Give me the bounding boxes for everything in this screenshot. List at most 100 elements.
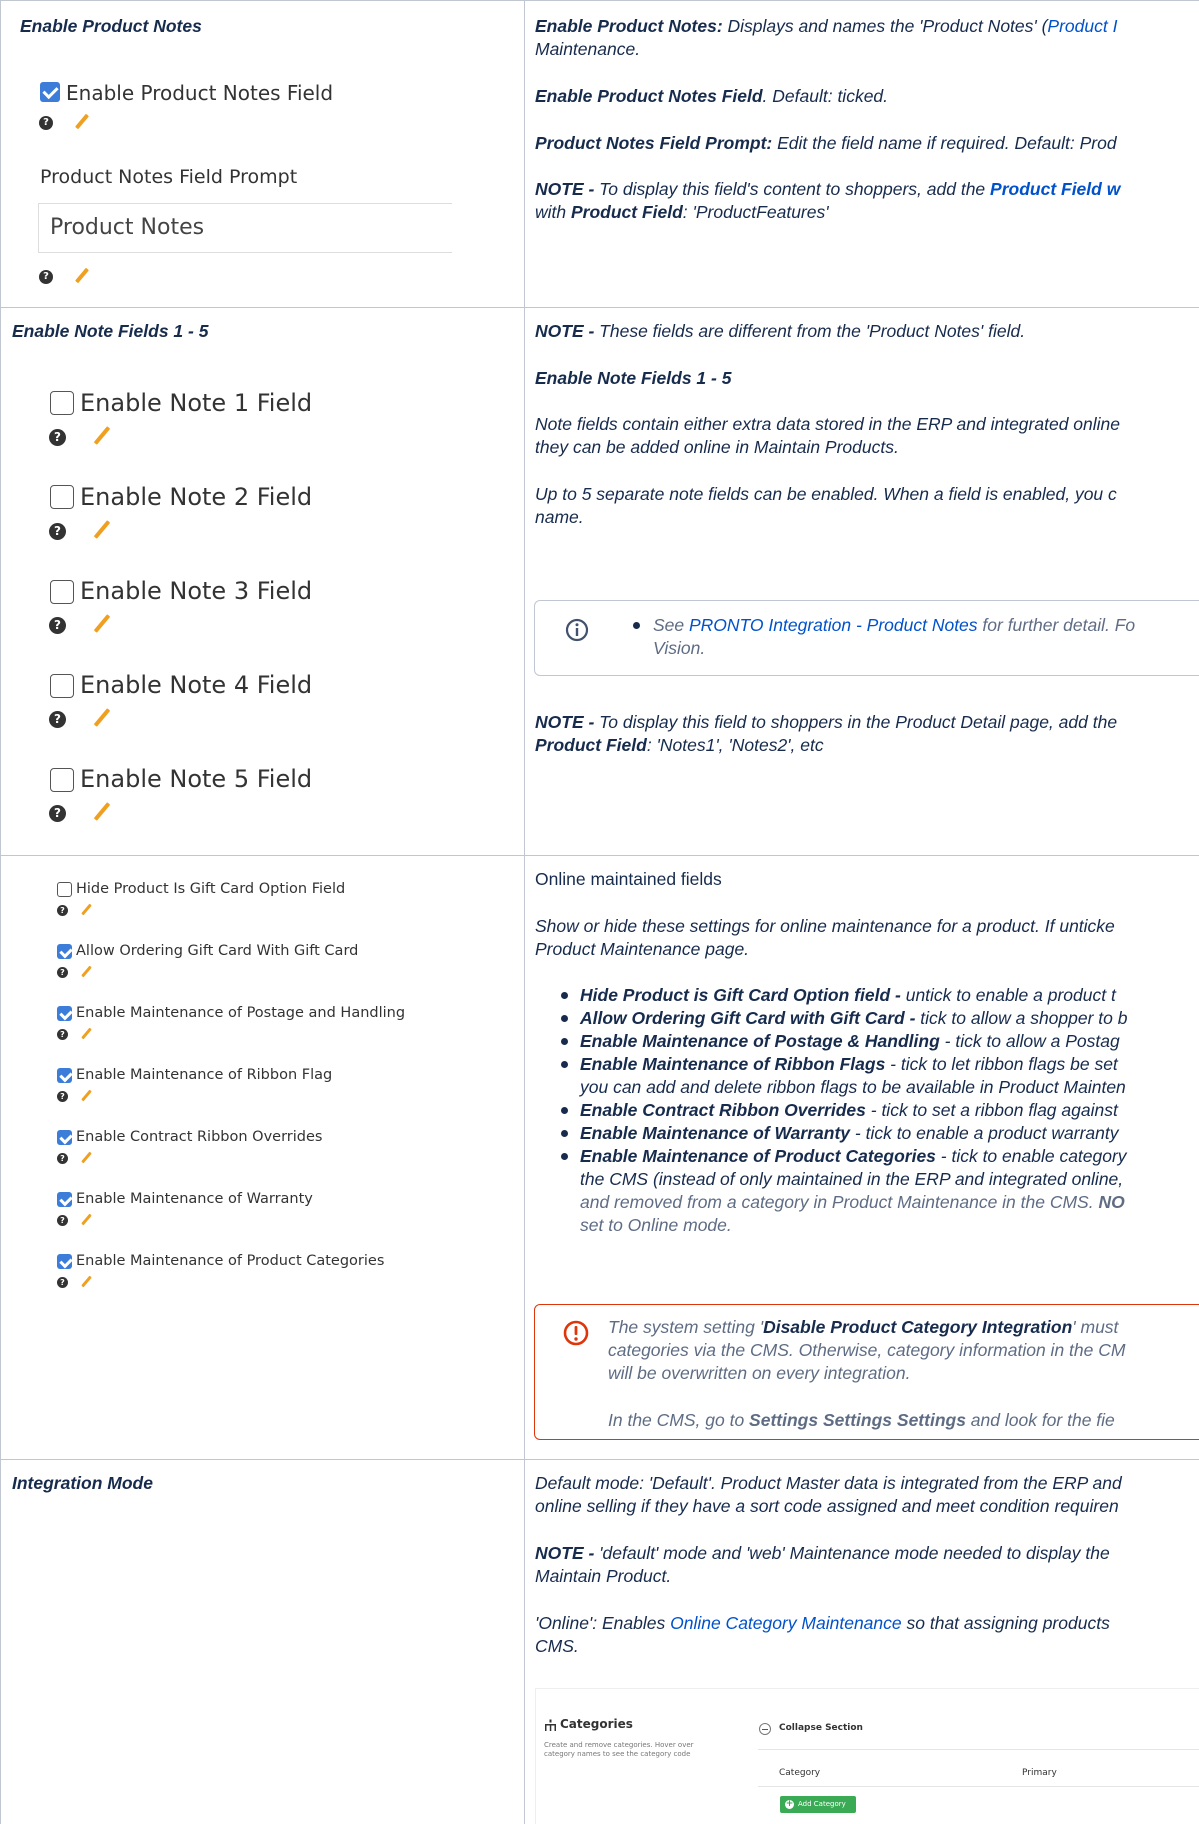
desc-line: Maintenance. xyxy=(535,39,641,59)
desc-line: Note fields contain either extra data st… xyxy=(535,414,1120,434)
list-item-cont: you can add and delete ribbon flags to b… xyxy=(580,1077,1126,1097)
checkbox-warranty[interactable] xyxy=(57,1192,72,1207)
help-icon[interactable]: ? xyxy=(49,617,66,634)
desc-line: online selling if they have a sort code … xyxy=(535,1496,1119,1516)
checkbox-label: Enable Contract Ribbon Overrides xyxy=(76,1129,323,1145)
checkbox-label: Enable Note 5 Field xyxy=(80,765,313,793)
bullet xyxy=(561,1015,568,1022)
error-panel: The system setting 'Disable Product Cate… xyxy=(534,1304,1199,1440)
checkbox-product-categories[interactable] xyxy=(57,1254,72,1269)
product-notes-prompt-input[interactable]: Product Notes xyxy=(38,203,452,253)
help-icon[interactable]: ? xyxy=(57,967,68,978)
list-item-cont: and removed from a category in Product M… xyxy=(580,1192,1125,1212)
checkbox-label: Enable Maintenance of Warranty xyxy=(76,1191,313,1207)
categories-desc: Create and remove categories. Hover over xyxy=(544,1741,694,1749)
help-icon[interactable]: ? xyxy=(57,1091,68,1102)
warning-text: In the CMS, go to Settings Settings Sett… xyxy=(608,1410,1115,1430)
help-icon[interactable]: ? xyxy=(57,1215,68,1226)
desc-line: NOTE - To display this field to shoppers… xyxy=(535,712,1118,732)
help-icon[interactable]: ? xyxy=(57,1029,68,1040)
desc-line: NOTE - 'default' mode and 'web' Maintena… xyxy=(535,1543,1110,1563)
help-icon[interactable]: ? xyxy=(57,1277,68,1288)
column-divider xyxy=(524,0,525,1824)
checkbox-label: Enable Product Notes Field xyxy=(66,81,334,105)
info-text: See PRONTO Integration - Product Notes f… xyxy=(653,615,1136,635)
help-icon[interactable]: ? xyxy=(39,116,53,130)
checkbox-label: Enable Note 4 Field xyxy=(80,671,313,699)
checkbox-label: Allow Ordering Gift Card With Gift Card xyxy=(76,943,359,959)
help-icon[interactable]: ? xyxy=(57,1153,68,1164)
desc-line: 'Online': Enables Online Category Mainte… xyxy=(535,1613,1110,1633)
info-icon xyxy=(565,618,589,642)
collapse-icon[interactable] xyxy=(759,1723,771,1735)
checkbox-note-1[interactable] xyxy=(50,391,74,415)
checkbox-postage-handling[interactable] xyxy=(57,1006,72,1021)
column-header-primary: Primary xyxy=(1022,1768,1057,1778)
bullet xyxy=(561,1107,568,1114)
desc-line: Enable Product Notes: Displays and names… xyxy=(535,16,1118,36)
bullet xyxy=(561,1153,568,1160)
help-icon[interactable]: ? xyxy=(49,711,66,728)
checkbox-note-2[interactable] xyxy=(50,485,74,509)
checkbox-ribbon-flag[interactable] xyxy=(57,1068,72,1083)
online-category-link[interactable]: Online Category Maintenance xyxy=(670,1613,902,1633)
list-item: Enable Maintenance of Product Categories… xyxy=(580,1146,1127,1166)
desc-line: Show or hide these settings for online m… xyxy=(535,916,1115,936)
desc-heading: Enable Note Fields 1 - 5 xyxy=(535,368,732,388)
product-field-link[interactable]: Product Field w xyxy=(990,179,1120,199)
embedded-screenshot: Categories Create and remove categories.… xyxy=(535,1688,1199,1824)
checkbox-allow-gift-card[interactable] xyxy=(57,944,72,959)
list-item: Allow Ordering Gift Card with Gift Card … xyxy=(580,1008,1128,1028)
list-item: Enable Contract Ribbon Overrides - tick … xyxy=(580,1100,1118,1120)
divider xyxy=(758,1786,1199,1787)
help-icon[interactable]: ? xyxy=(49,523,66,540)
row-divider xyxy=(0,307,1199,308)
checkbox-label: Enable Note 2 Field xyxy=(80,483,313,511)
checkbox-hide-gift-card[interactable] xyxy=(57,882,72,897)
list-item: Hide Product is Gift Card Option field -… xyxy=(580,985,1116,1005)
checkbox-label: Enable Note 3 Field xyxy=(80,577,313,605)
help-icon[interactable]: ? xyxy=(49,805,66,822)
warning-icon xyxy=(563,1320,589,1346)
desc-line: NOTE - These fields are different from t… xyxy=(535,321,1026,341)
info-panel: See PRONTO Integration - Product Notes f… xyxy=(534,600,1199,676)
checkbox-product-notes[interactable] xyxy=(40,82,60,102)
pronto-integration-link[interactable]: PRONTO Integration - Product Notes xyxy=(689,615,978,635)
warning-text: will be overwritten on every integration… xyxy=(608,1363,911,1383)
collapse-section-button[interactable]: Collapse Section xyxy=(779,1723,863,1733)
list-item: Enable Maintenance of Postage & Handling… xyxy=(580,1031,1120,1051)
desc-line: Maintain Product. xyxy=(535,1566,672,1586)
desc-line: name. xyxy=(535,507,584,527)
desc-line: Product Notes Field Prompt: Edit the fie… xyxy=(535,133,1117,153)
add-category-button[interactable]: + Add Category xyxy=(780,1796,856,1813)
help-icon[interactable]: ? xyxy=(57,905,68,916)
product-link[interactable]: Product I xyxy=(1047,16,1117,36)
categories-title: Categories xyxy=(560,1717,633,1731)
checkbox-label: Enable Maintenance of Product Categories xyxy=(76,1253,385,1269)
column-header-category: Category xyxy=(779,1768,821,1778)
sitemap-icon xyxy=(545,1719,556,1731)
checkbox-label: Enable Note 1 Field xyxy=(80,389,313,417)
checkbox-note-5[interactable] xyxy=(50,768,74,792)
row-divider xyxy=(0,855,1199,856)
help-icon[interactable]: ? xyxy=(49,429,66,446)
input-value: Product Notes xyxy=(50,215,205,240)
bullet xyxy=(561,1061,568,1068)
desc-line: NOTE - To display this field's content t… xyxy=(535,179,1121,199)
checkbox-note-4[interactable] xyxy=(50,674,74,698)
desc-line: with Product Field: 'ProductFeatures' xyxy=(535,202,829,222)
row-title: Enable Note Fields 1 - 5 xyxy=(12,321,209,341)
bullet xyxy=(561,1130,568,1137)
plus-icon: + xyxy=(785,1799,794,1809)
help-icon[interactable]: ? xyxy=(39,270,53,284)
checkbox-label: Hide Product Is Gift Card Option Field xyxy=(76,881,346,897)
categories-desc: category names to see the category code xyxy=(544,1750,691,1758)
warning-text: The system setting 'Disable Product Cate… xyxy=(608,1317,1119,1337)
divider xyxy=(758,1749,1199,1750)
field-prompt-label: Product Notes Field Prompt xyxy=(40,166,298,188)
row-divider xyxy=(0,0,1199,1)
list-item-cont: set to Online mode. xyxy=(580,1215,732,1235)
checkbox-note-3[interactable] xyxy=(50,580,74,604)
checkbox-contract-ribbon[interactable] xyxy=(57,1130,72,1145)
checkbox-label: Enable Maintenance of Postage and Handli… xyxy=(76,1005,406,1021)
